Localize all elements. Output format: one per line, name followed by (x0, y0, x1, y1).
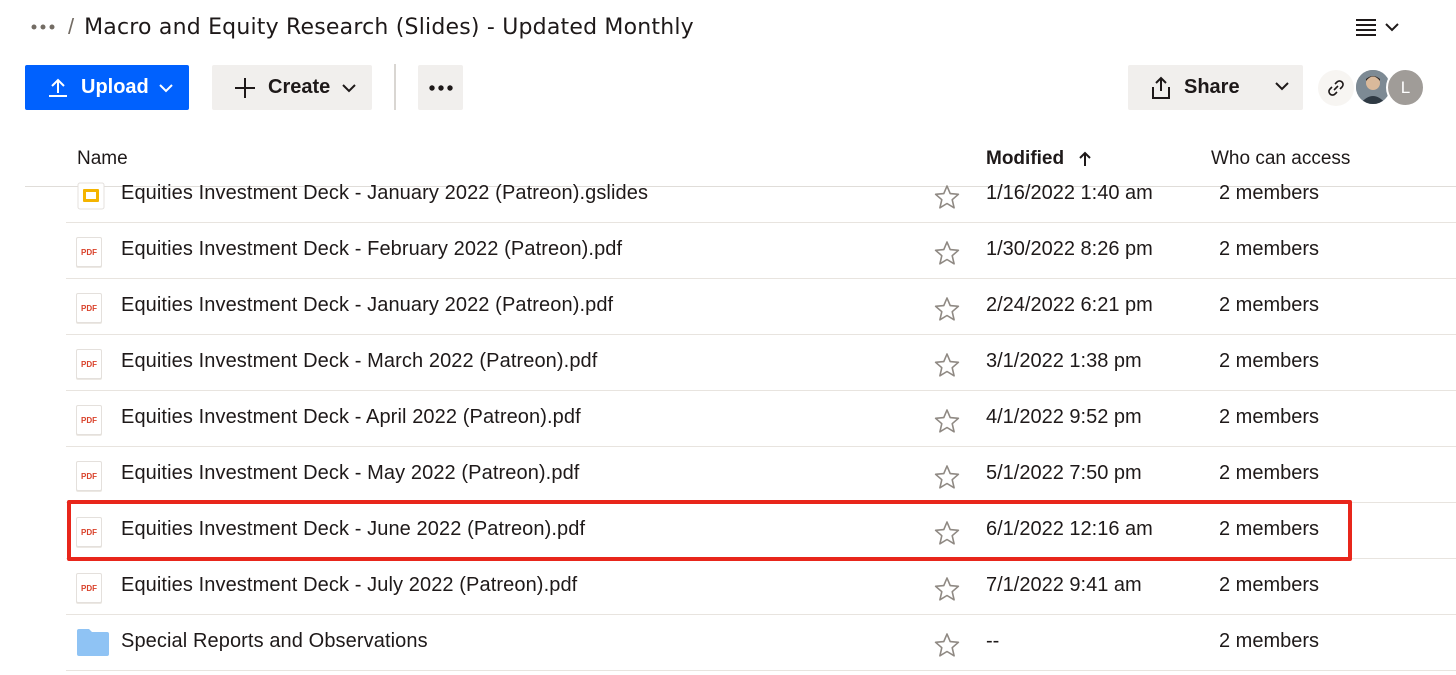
share-label: Share (1184, 76, 1240, 98)
modified-date: 4/1/2022 9:52 pm (986, 406, 1142, 428)
toolbar-divider (394, 64, 396, 110)
ellipsis-icon (428, 84, 453, 91)
create-button[interactable]: Create (212, 65, 372, 110)
table-row[interactable]: Special Reports and Observations -- 2 memb… (66, 615, 1456, 671)
modified-date: 3/1/2022 1:38 pm (986, 350, 1142, 372)
file-name[interactable]: Equities Investment Deck - July 2022 (Pa… (121, 574, 577, 597)
chevron-down-icon (159, 83, 173, 92)
access-members: 2 members (1219, 630, 1320, 652)
sort-ascending-icon (1079, 151, 1091, 166)
pdf-icon: PDF (76, 293, 108, 323)
access-members: 2 members (1219, 182, 1320, 204)
folder-icon (76, 627, 109, 657)
user-photo-icon (1356, 70, 1390, 104)
create-label: Create (268, 76, 331, 98)
star-icon[interactable] (934, 576, 960, 602)
pdf-icon: PDF (76, 405, 108, 435)
table-row[interactable]: PDF Equities Investment Deck - April 2022… (66, 391, 1456, 447)
modified-date: 6/1/2022 12:16 am (986, 518, 1153, 540)
upload-label: Upload (81, 76, 149, 98)
star-icon[interactable] (934, 520, 960, 546)
file-name[interactable]: Equities Investment Deck - January 2022 … (121, 182, 648, 205)
modified-date: -- (986, 630, 1000, 652)
pdf-icon: PDF (76, 517, 108, 547)
modified-date: 7/1/2022 9:41 am (986, 574, 1142, 596)
list-view-icon (1356, 19, 1376, 36)
chevron-down-icon (1275, 82, 1289, 91)
table-row[interactable]: Equities Investment Deck - January 2022 … (66, 167, 1456, 223)
file-name[interactable]: Equities Investment Deck - June 2022 (Pa… (121, 518, 585, 541)
file-name[interactable]: Equities Investment Deck - March 2022 (P… (121, 350, 597, 373)
file-name[interactable]: Equities Investment Deck - February 2022… (121, 238, 622, 261)
star-icon[interactable] (934, 184, 960, 210)
table-row[interactable]: PDF Equities Investment Deck - February 2… (66, 223, 1456, 279)
access-members: 2 members (1219, 574, 1320, 596)
modified-date: 5/1/2022 7:50 pm (986, 462, 1142, 484)
access-members: 2 members (1219, 294, 1320, 316)
modified-date: 1/16/2022 1:40 am (986, 182, 1153, 204)
plus-icon (235, 77, 255, 98)
star-icon[interactable] (934, 296, 960, 322)
star-icon[interactable] (934, 408, 960, 434)
copy-link-button[interactable] (1318, 70, 1354, 106)
chevron-down-icon (1385, 23, 1399, 32)
pdf-badge: PDF (76, 293, 102, 323)
access-members: 2 members (1219, 406, 1320, 428)
pdf-icon: PDF (76, 461, 108, 491)
view-toggle-button[interactable] (1355, 14, 1407, 40)
modified-date: 2/24/2022 6:21 pm (986, 294, 1153, 316)
google-slides-icon (76, 181, 108, 211)
star-icon[interactable] (934, 352, 960, 378)
pdf-badge: PDF (76, 461, 102, 491)
breadcrumb-separator: / (68, 14, 75, 39)
share-button[interactable]: Share (1128, 65, 1303, 110)
pdf-icon: PDF (76, 573, 108, 603)
pdf-badge: PDF (76, 573, 102, 603)
share-options-dropdown[interactable] (1275, 78, 1289, 96)
more-actions-button[interactable] (418, 65, 463, 110)
breadcrumb: / Macro and Equity Research (Slides) - U… (30, 10, 694, 44)
table-row[interactable]: PDF Equities Investment Deck - March 2022… (66, 335, 1456, 391)
table-row[interactable]: PDF Equities Investment Deck - July 2022 … (66, 559, 1456, 615)
table-row[interactable]: PDF Equities Investment Deck - June 2022 … (66, 503, 1456, 559)
chevron-down-icon (342, 83, 356, 92)
pdf-icon: PDF (76, 349, 108, 379)
star-icon[interactable] (934, 632, 960, 658)
access-members: 2 members (1219, 518, 1320, 540)
upload-button[interactable]: Upload (25, 65, 189, 110)
table-row[interactable]: PDF Equities Investment Deck - January 20… (66, 279, 1456, 335)
file-name[interactable]: Equities Investment Deck - May 2022 (Pat… (121, 462, 579, 485)
access-members: 2 members (1219, 350, 1320, 372)
pdf-icon: PDF (76, 237, 108, 267)
star-icon[interactable] (934, 240, 960, 266)
file-name[interactable]: Equities Investment Deck - April 2022 (P… (121, 406, 581, 429)
ellipsis-icon (31, 24, 55, 30)
upload-icon (49, 78, 67, 97)
table-row[interactable]: PDF Equities Investment Deck - May 2022 (… (66, 447, 1456, 503)
file-name[interactable]: Equities Investment Deck - January 2022 … (121, 294, 613, 317)
link-icon (1328, 80, 1344, 96)
modified-date: 1/30/2022 8:26 pm (986, 238, 1153, 260)
pdf-badge: PDF (76, 237, 102, 267)
avatar-initial[interactable]: L (1386, 68, 1425, 107)
page-title: Macro and Equity Research (Slides) - Upd… (84, 14, 694, 40)
file-name[interactable]: Special Reports and Observations (121, 630, 428, 653)
pdf-badge: PDF (76, 349, 102, 379)
breadcrumb-more-button[interactable] (30, 17, 56, 37)
access-members: 2 members (1219, 462, 1320, 484)
star-icon[interactable] (934, 464, 960, 490)
access-members: 2 members (1219, 238, 1320, 260)
pdf-badge: PDF (76, 517, 102, 547)
pdf-badge: PDF (76, 405, 102, 435)
share-icon (1152, 76, 1170, 99)
